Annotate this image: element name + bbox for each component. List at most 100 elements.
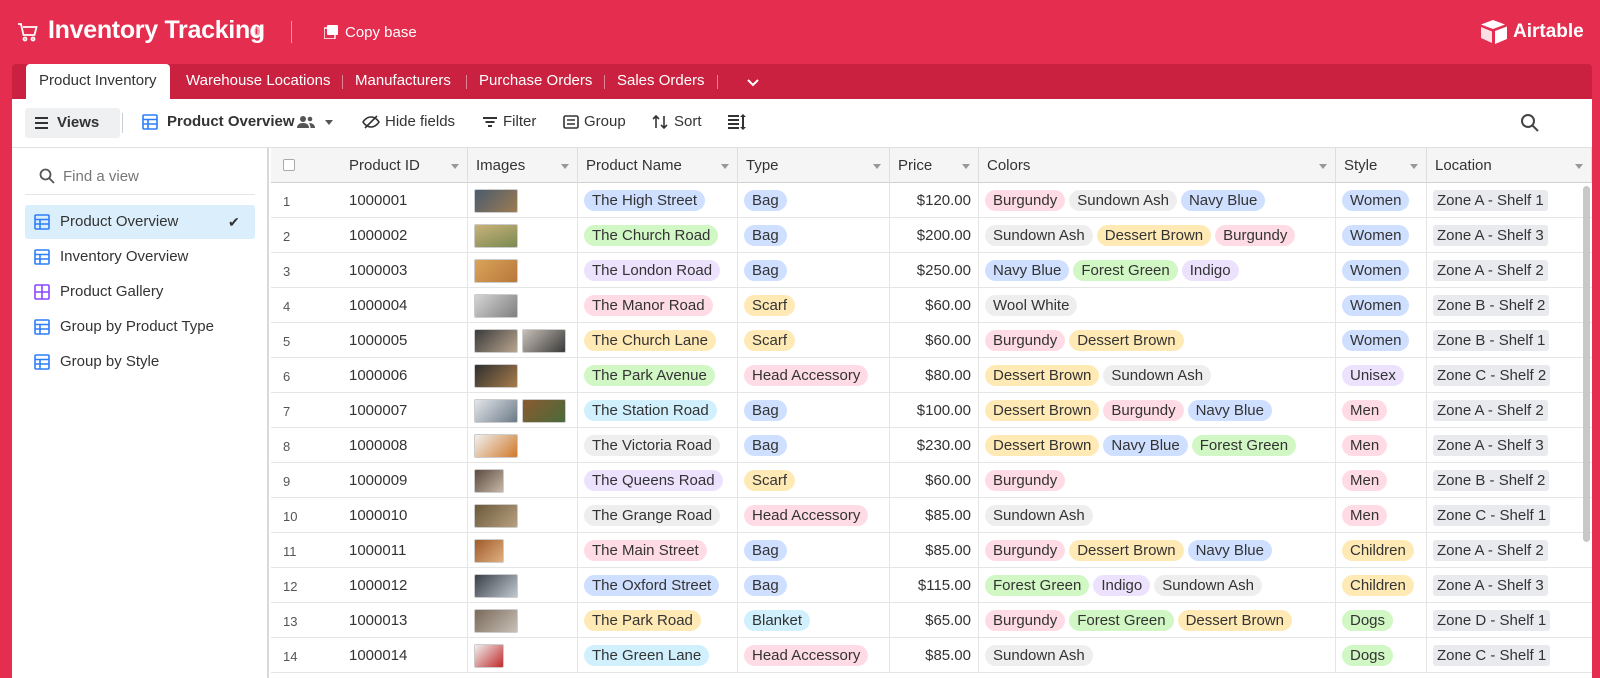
style-cell[interactable]: Women [1336, 288, 1427, 323]
type-cell[interactable]: Head Accessory [738, 358, 890, 393]
colors-cell[interactable]: Burgundy Dessert Brown [979, 323, 1336, 358]
images-cell[interactable] [468, 358, 578, 393]
product-image-thumbnail[interactable] [474, 364, 518, 388]
price-cell[interactable]: $60.00 [890, 323, 979, 358]
product-image-thumbnail[interactable] [474, 434, 518, 458]
style-cell[interactable]: Dogs [1336, 638, 1427, 673]
view-dropdown-caret[interactable] [325, 120, 333, 125]
table-row[interactable]: 11 1000011 The Main Street Bag $85.00 Burgund… [271, 533, 1592, 568]
product-image-thumbnail[interactable] [474, 469, 504, 493]
tab-manufacturers[interactable]: Manufacturers [355, 64, 451, 99]
location-cell[interactable]: Zone A - Shelf 2 [1427, 393, 1592, 428]
colors-cell[interactable]: Forest Green Indigo Sundown Ash [979, 568, 1336, 603]
colors-cell[interactable]: Dessert Brown Navy Blue Forest Green [979, 428, 1336, 463]
product-id-cell[interactable]: 1000014 [341, 638, 468, 673]
table-row[interactable]: 4 1000004 The Manor Road Scarf $60.00 Wool Wh… [271, 288, 1592, 323]
base-title[interactable]: Inventory Tracking [48, 16, 265, 45]
product-name-cell[interactable]: The Church Road [578, 218, 738, 253]
colors-cell[interactable]: Dessert Brown Burgundy Navy Blue [979, 393, 1336, 428]
price-cell[interactable]: $85.00 [890, 638, 979, 673]
type-cell[interactable]: Blanket [738, 603, 890, 638]
images-cell[interactable] [468, 253, 578, 288]
sidebar-view-item[interactable]: Product Overview ✔ [25, 205, 255, 239]
table-row[interactable]: 10 1000010 The Grange Road Head Accessory $8… [271, 498, 1592, 533]
type-cell[interactable]: Bag [738, 428, 890, 463]
location-cell[interactable]: Zone A - Shelf 1 [1427, 183, 1592, 218]
product-id-cell[interactable]: 1000005 [341, 323, 468, 358]
images-cell[interactable] [468, 183, 578, 218]
sidebar-view-item[interactable]: Group by Product Type [25, 310, 255, 344]
images-cell[interactable] [468, 638, 578, 673]
style-cell[interactable]: Men [1336, 498, 1427, 533]
product-image-thumbnail[interactable] [474, 504, 518, 528]
product-name-cell[interactable]: The Main Street [578, 533, 738, 568]
product-id-cell[interactable]: 1000007 [341, 393, 468, 428]
column-header-type[interactable]: Type [738, 148, 890, 183]
price-cell[interactable]: $65.00 [890, 603, 979, 638]
colors-cell[interactable]: Navy Blue Forest Green Indigo [979, 253, 1336, 288]
style-cell[interactable]: Women [1336, 253, 1427, 288]
type-cell[interactable]: Head Accessory [738, 638, 890, 673]
style-cell[interactable]: Dogs [1336, 603, 1427, 638]
price-cell[interactable]: $250.00 [890, 253, 979, 288]
chevron-down-icon[interactable] [1575, 164, 1583, 169]
images-cell[interactable] [468, 323, 578, 358]
column-header-style[interactable]: Style [1336, 148, 1427, 183]
table-row[interactable]: 7 1000007 The Station Road Bag $100.00 Desser… [271, 393, 1592, 428]
chevron-down-icon[interactable] [873, 164, 881, 169]
product-image-thumbnail[interactable] [522, 329, 566, 353]
price-cell[interactable]: $120.00 [890, 183, 979, 218]
style-cell[interactable]: Children [1336, 568, 1427, 603]
column-header-colors[interactable]: Colors [979, 148, 1336, 183]
product-name-cell[interactable]: The Church Lane [578, 323, 738, 358]
table-row[interactable]: 8 1000008 The Victoria Road Bag $230.00 Desse… [271, 428, 1592, 463]
filter-button[interactable]: Filter [503, 112, 536, 134]
product-name-cell[interactable]: The Station Road [578, 393, 738, 428]
type-cell[interactable]: Bag [738, 183, 890, 218]
product-name-cell[interactable]: The Park Avenue [578, 358, 738, 393]
location-cell[interactable]: Zone A - Shelf 3 [1427, 428, 1592, 463]
table-row[interactable]: 3 1000003 The London Road Bag $250.00 Navy Bl… [271, 253, 1592, 288]
product-image-thumbnail[interactable] [474, 189, 518, 213]
product-id-cell[interactable]: 1000004 [341, 288, 468, 323]
product-id-cell[interactable]: 1000001 [341, 183, 468, 218]
product-image-thumbnail[interactable] [474, 609, 518, 633]
table-row[interactable]: 5 1000005 The Church Lane Scarf $60.00 Burgun… [271, 323, 1592, 358]
product-image-thumbnail[interactable] [474, 574, 518, 598]
product-id-cell[interactable]: 1000002 [341, 218, 468, 253]
row-height-icon[interactable] [728, 114, 746, 130]
images-cell[interactable] [468, 568, 578, 603]
product-image-thumbnail[interactable] [474, 399, 518, 423]
product-name-cell[interactable]: The High Street [578, 183, 738, 218]
copy-base-button[interactable]: Copy base [345, 24, 417, 41]
product-name-cell[interactable]: The Green Lane [578, 638, 738, 673]
location-cell[interactable]: Zone C - Shelf 1 [1427, 638, 1592, 673]
info-icon[interactable]: i [250, 25, 263, 38]
price-cell[interactable]: $200.00 [890, 218, 979, 253]
location-cell[interactable]: Zone B - Shelf 1 [1427, 323, 1592, 358]
product-id-cell[interactable]: 1000011 [341, 533, 468, 568]
location-cell[interactable]: Zone B - Shelf 2 [1427, 288, 1592, 323]
location-cell[interactable]: Zone B - Shelf 2 [1427, 463, 1592, 498]
style-cell[interactable]: Men [1336, 463, 1427, 498]
colors-cell[interactable]: Sundown Ash [979, 498, 1336, 533]
images-cell[interactable] [468, 603, 578, 638]
type-cell[interactable]: Bag [738, 253, 890, 288]
colors-cell[interactable]: Burgundy Sundown Ash Navy Blue [979, 183, 1336, 218]
location-cell[interactable]: Zone D - Shelf 1 [1427, 603, 1592, 638]
product-name-cell[interactable]: The Grange Road [578, 498, 738, 533]
table-row[interactable]: 14 1000014 The Green Lane Head Accessory $85… [271, 638, 1592, 673]
table-row[interactable]: 1 1000001 The High Street Bag $120.00 Burgund… [271, 183, 1592, 218]
sort-button[interactable]: Sort [674, 112, 702, 134]
images-cell[interactable] [468, 288, 578, 323]
column-header-product-name[interactable]: Product Name [578, 148, 738, 183]
table-row[interactable]: 12 1000012 The Oxford Street Bag $115.00 Fore… [271, 568, 1592, 603]
product-image-thumbnail[interactable] [474, 259, 518, 283]
location-cell[interactable]: Zone C - Shelf 2 [1427, 358, 1592, 393]
vertical-scrollbar[interactable] [1583, 186, 1590, 542]
product-image-thumbnail[interactable] [522, 399, 566, 423]
airtable-logo[interactable]: Airtable [1480, 19, 1584, 45]
product-image-thumbnail[interactable] [474, 329, 518, 353]
location-cell[interactable]: Zone A - Shelf 2 [1427, 533, 1592, 568]
product-name-cell[interactable]: The Manor Road [578, 288, 738, 323]
